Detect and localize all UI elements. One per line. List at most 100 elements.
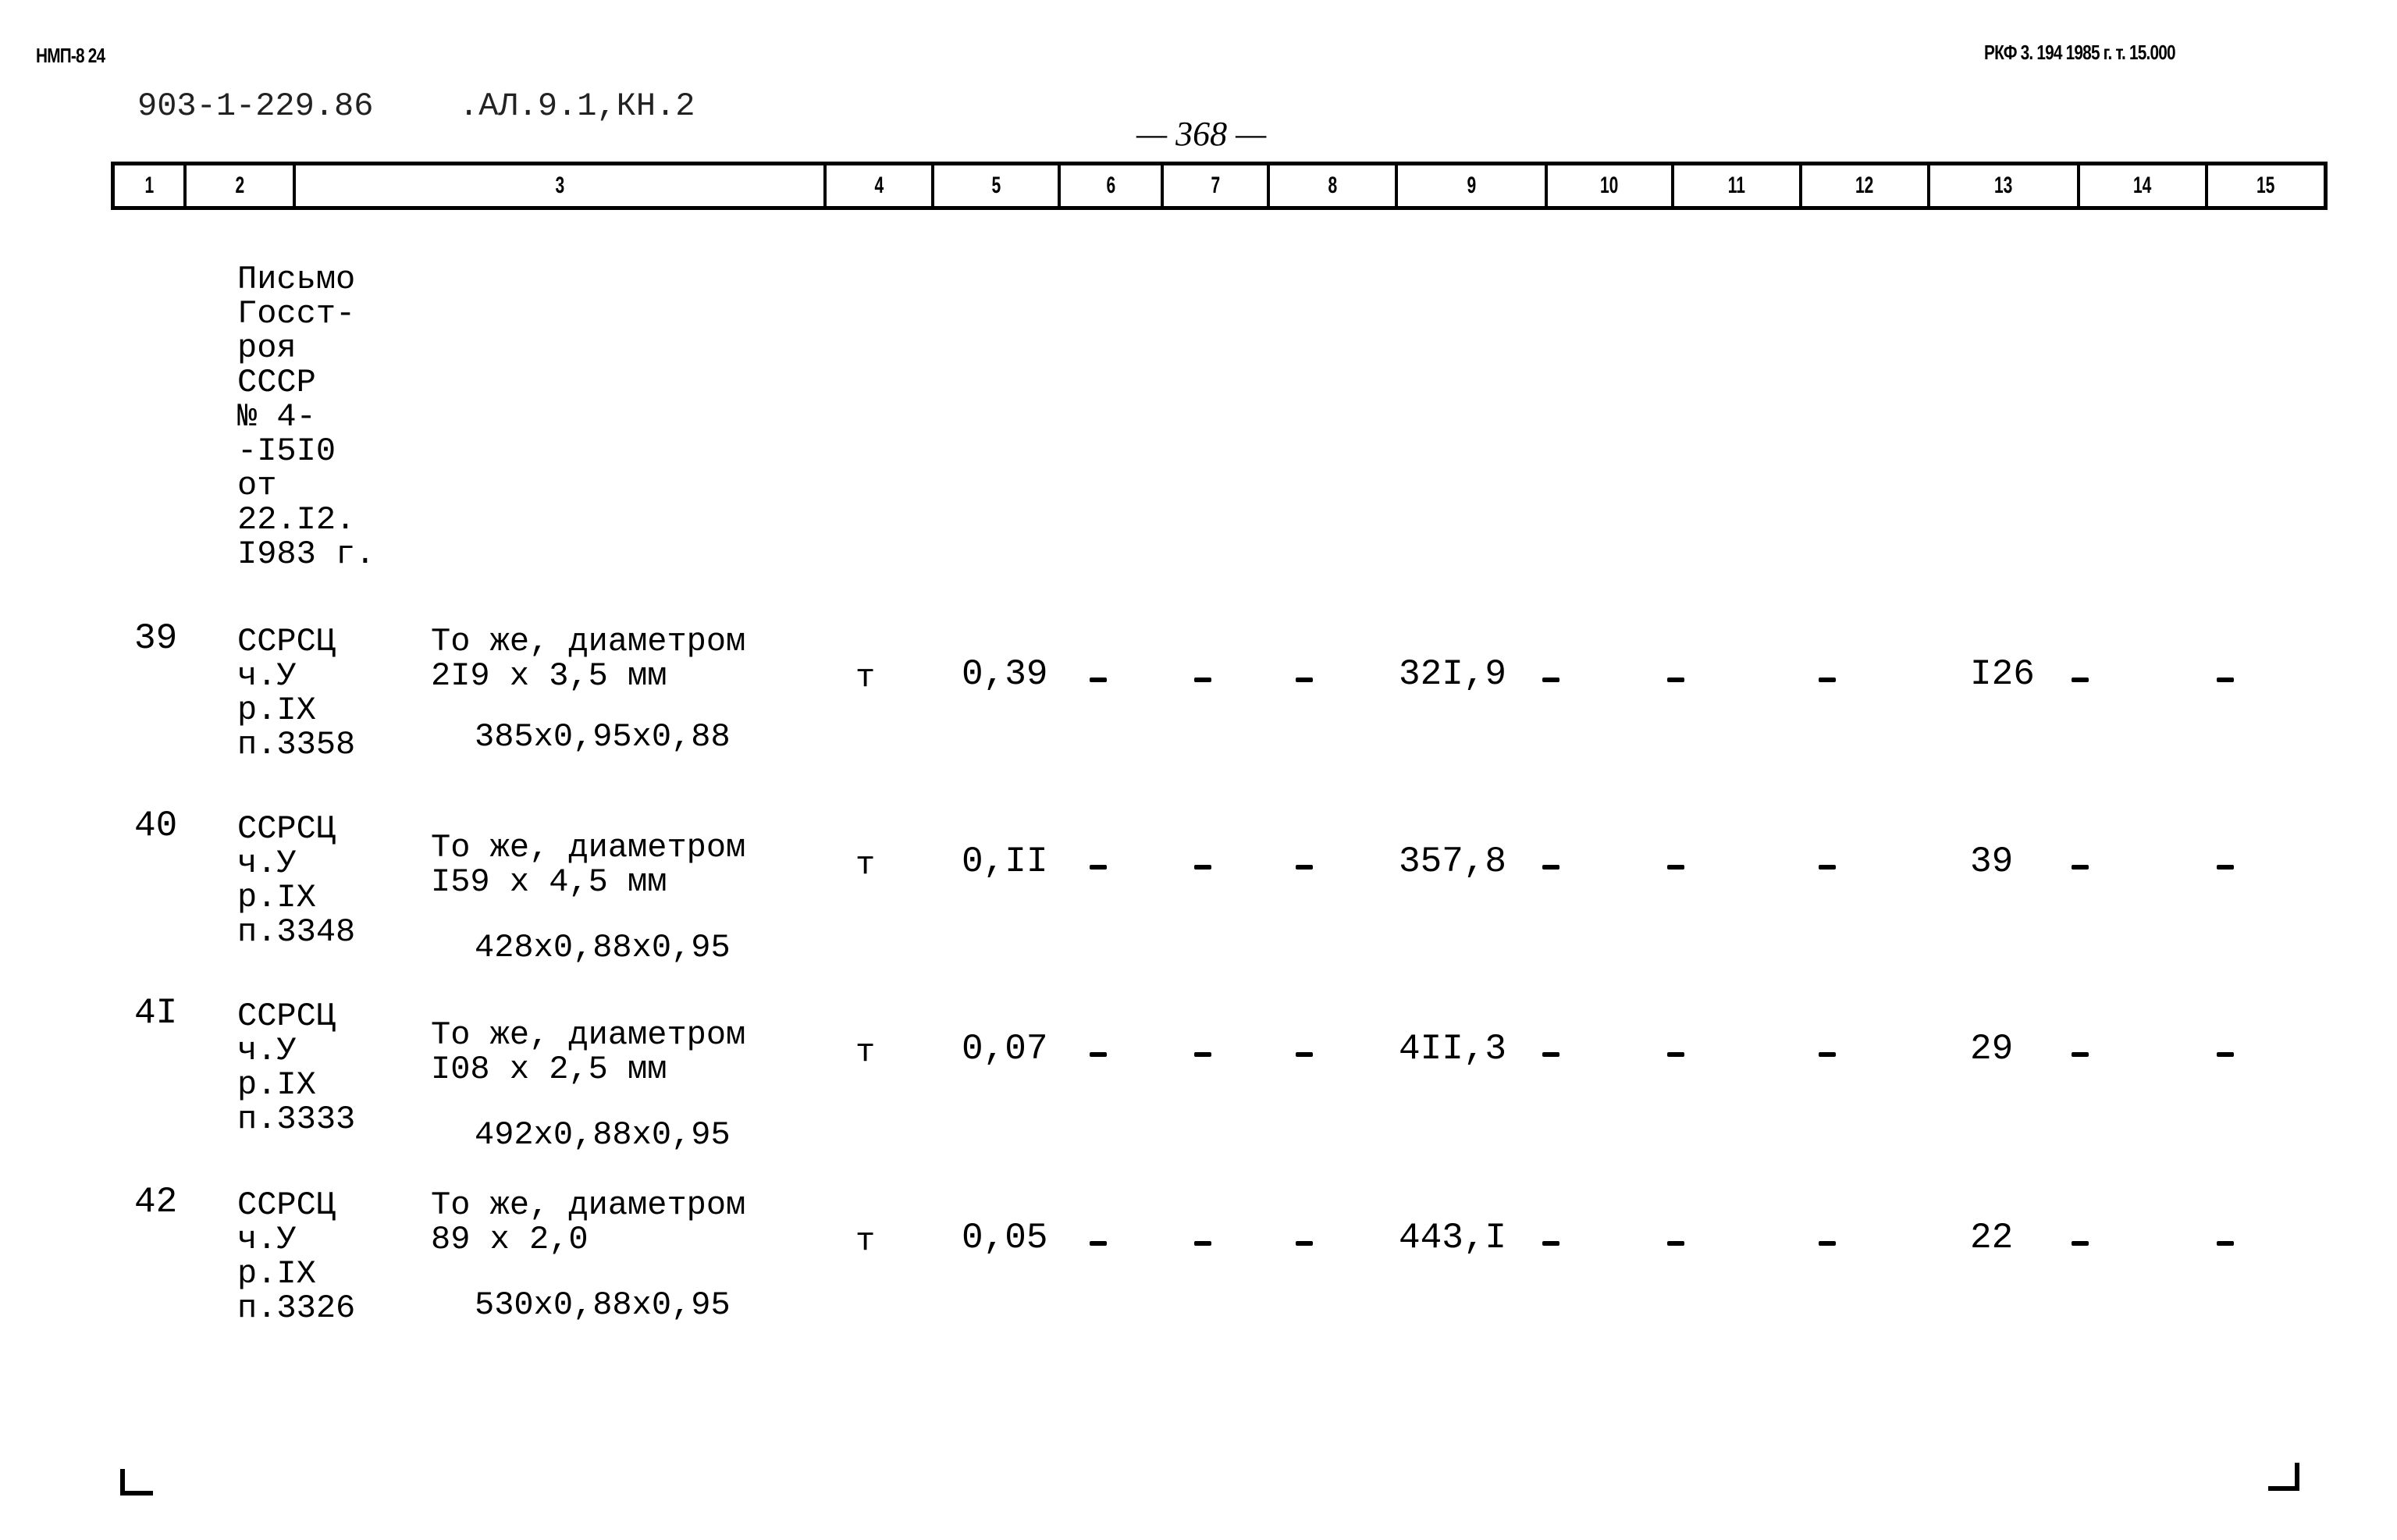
normative-code-line: п.3358 <box>237 726 356 763</box>
unit: т <box>855 1222 876 1260</box>
description-line: 2I9 x 3,5 мм <box>431 657 667 695</box>
note-line: Письмо <box>237 261 356 298</box>
description-line: То же, диаметром <box>431 1016 746 1054</box>
quantity-value: 0,39 <box>962 654 1048 695</box>
unit-cost-value: 357,8 <box>1399 841 1507 882</box>
column-number: 11 <box>1674 165 1802 206</box>
empty-cell-dash <box>1090 865 1107 870</box>
column-number: 1 <box>115 165 187 206</box>
normative-code-line: ССРСЦ <box>237 998 336 1035</box>
page-number: — 368 — <box>1136 115 1267 153</box>
empty-cell-dash <box>1194 1241 1211 1246</box>
empty-cell-dash <box>1296 865 1313 870</box>
description-line: То же, диаметром <box>431 1186 746 1224</box>
header-right-code: РКФ 3. 194 1985 г. т. 15.000 <box>1984 41 2176 64</box>
empty-cell-dash <box>2217 865 2234 870</box>
empty-cell-dash <box>1819 678 1836 682</box>
empty-cell-dash <box>1296 1241 1313 1246</box>
note-line: Госст- <box>237 295 356 333</box>
column-number: 13 <box>1930 165 2080 206</box>
empty-cell-dash <box>1667 1241 1684 1246</box>
note-line: от <box>237 467 277 504</box>
note-line: I983 г. <box>237 535 375 573</box>
empty-cell-dash <box>2072 1052 2089 1057</box>
empty-cell-dash <box>1194 678 1211 682</box>
unit-cost-value: 4II,3 <box>1399 1029 1507 1069</box>
album-reference: .АЛ.9.1,КН.2 <box>459 87 695 125</box>
total-value: 29 <box>1970 1029 2014 1069</box>
row-number: 4I <box>134 993 178 1033</box>
note-line: -I5I0 <box>237 432 336 470</box>
normative-code-line: ССРСЦ <box>237 1186 336 1224</box>
empty-cell-dash <box>1542 1241 1559 1246</box>
normative-code-line: ССРСЦ <box>237 623 336 660</box>
description-line: То же, диаметром <box>431 623 746 660</box>
normative-code-line: р.IX <box>237 692 316 729</box>
coefficient-formula: 428x0,88x0,95 <box>475 929 731 966</box>
coefficient-formula: 530x0,88x0,95 <box>475 1286 731 1324</box>
empty-cell-dash <box>1090 1241 1107 1246</box>
column-number: 3 <box>296 165 827 206</box>
normative-code-line: р.IX <box>237 879 316 916</box>
empty-cell-dash <box>1090 678 1107 682</box>
column-number: 14 <box>2080 165 2208 206</box>
empty-cell-dash <box>1542 678 1559 682</box>
quantity-value: 0,05 <box>962 1218 1048 1258</box>
unit-cost-value: 443,I <box>1399 1218 1507 1258</box>
empty-cell-dash <box>2072 1241 2089 1246</box>
normative-code-line: ч.У <box>237 657 297 695</box>
note-line: 22.I2. <box>237 501 356 539</box>
normative-code-line: р.IX <box>237 1255 316 1293</box>
corner-mark-right <box>2268 1463 2299 1491</box>
column-number-header: 1 2 3 4 5 6 7 8 9 10 11 12 13 14 15 <box>111 162 2328 210</box>
column-number: 7 <box>1164 165 1270 206</box>
header-left-code: НМП-8 24 <box>36 44 105 67</box>
empty-cell-dash <box>2072 678 2089 682</box>
description-line: I08 x 2,5 мм <box>431 1051 667 1088</box>
coefficient-formula: 385x0,95x0,88 <box>475 718 731 756</box>
empty-cell-dash <box>2217 1052 2234 1057</box>
coefficient-formula: 492x0,88x0,95 <box>475 1116 731 1154</box>
description-line: 89 x 2,0 <box>431 1221 589 1258</box>
description-line: То же, диаметром <box>431 829 746 866</box>
column-number: 5 <box>934 165 1061 206</box>
normative-code-line: ч.У <box>237 845 297 882</box>
empty-cell-dash <box>1819 865 1836 870</box>
quantity-value: 0,07 <box>962 1029 1048 1069</box>
empty-cell-dash <box>2072 865 2089 870</box>
empty-cell-dash <box>1090 1052 1107 1057</box>
doc-reference: 903-1-229.86 <box>137 87 374 125</box>
column-number: 15 <box>2257 172 2275 198</box>
quantity-value: 0,II <box>962 841 1048 882</box>
note-line: роя <box>237 329 297 367</box>
column-number: 10 <box>1548 165 1674 206</box>
unit: т <box>855 846 876 884</box>
column-number: 8 <box>1270 165 1398 206</box>
unit: т <box>855 659 876 696</box>
empty-cell-dash <box>1542 1052 1559 1057</box>
empty-cell-dash <box>2217 1241 2234 1246</box>
normative-code-line: п.3333 <box>237 1101 356 1138</box>
empty-cell-dash <box>1296 678 1313 682</box>
column-number: 2 <box>187 165 296 206</box>
column-number: 4 <box>827 165 934 206</box>
empty-cell-dash <box>1194 1052 1211 1057</box>
unit-cost-value: 32I,9 <box>1399 654 1507 695</box>
empty-cell-dash <box>1542 865 1559 870</box>
empty-cell-dash <box>1819 1052 1836 1057</box>
total-value: I26 <box>1970 654 2035 695</box>
note-line: СССР <box>237 364 316 401</box>
note-line: № 4- <box>237 398 316 436</box>
normative-code-line: п.3326 <box>237 1289 356 1327</box>
corner-mark-left <box>120 1469 153 1496</box>
total-value: 39 <box>1970 841 2014 882</box>
empty-cell-dash <box>2217 678 2234 682</box>
empty-cell-dash <box>1819 1241 1836 1246</box>
total-value: 22 <box>1970 1218 2014 1258</box>
normative-code-line: ССРСЦ <box>237 810 336 848</box>
empty-cell-dash <box>1667 678 1684 682</box>
row-number: 39 <box>134 618 178 659</box>
column-number: 6 <box>1061 165 1164 206</box>
normative-code-line: р.IX <box>237 1066 316 1104</box>
normative-code-line: п.3348 <box>237 913 356 951</box>
